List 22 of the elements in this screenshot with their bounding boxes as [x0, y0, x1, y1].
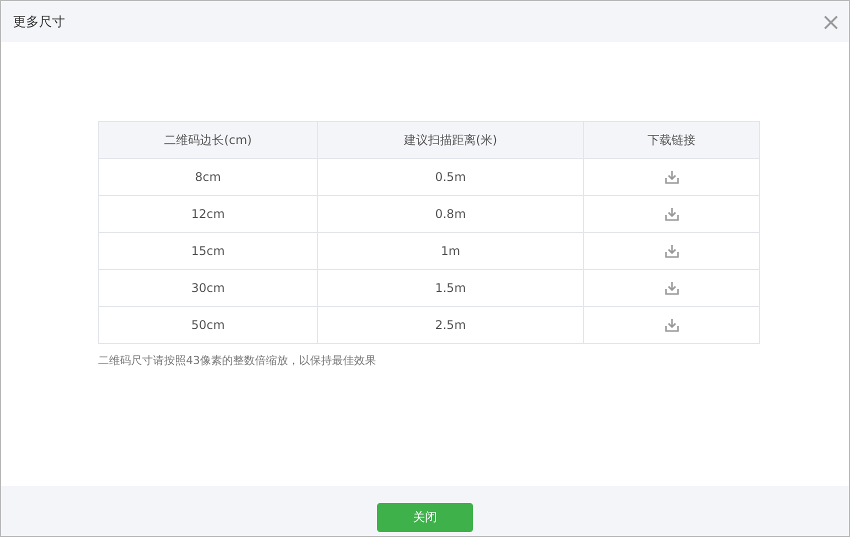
download-icon[interactable]	[664, 170, 678, 184]
close-button[interactable]: 关闭	[377, 503, 473, 532]
column-header: 下载链接	[584, 122, 760, 158]
download-icon[interactable]	[664, 207, 678, 222]
download-icon[interactable]	[664, 281, 678, 296]
table-cell: 12cm	[98, 196, 318, 232]
table-cell: 1.5m	[318, 270, 584, 306]
table-cell: 0.5m	[318, 158, 584, 196]
table-cell: 8cm	[98, 158, 318, 196]
column-header: 二维码边长(cm)	[98, 122, 318, 158]
close-button[interactable]: ×	[816, 10, 845, 34]
table-cell: 30cm	[98, 270, 318, 306]
table-cell: 1m	[318, 232, 584, 270]
dialog-title: 更多尺寸	[13, 14, 65, 30]
table-cell: 0.8m	[318, 196, 584, 232]
note-text: 二维码尺寸请按照43像素的整数倍缩放，以保持最佳效果	[98, 353, 377, 368]
column-header: 建议扫描距离(米)	[318, 122, 584, 158]
download-icon[interactable]	[664, 318, 678, 332]
download-icon[interactable]	[664, 244, 678, 258]
table-cell: 50cm	[98, 306, 318, 344]
table-cell: 2.5m	[318, 306, 584, 344]
table-cell: 15cm	[98, 232, 318, 270]
